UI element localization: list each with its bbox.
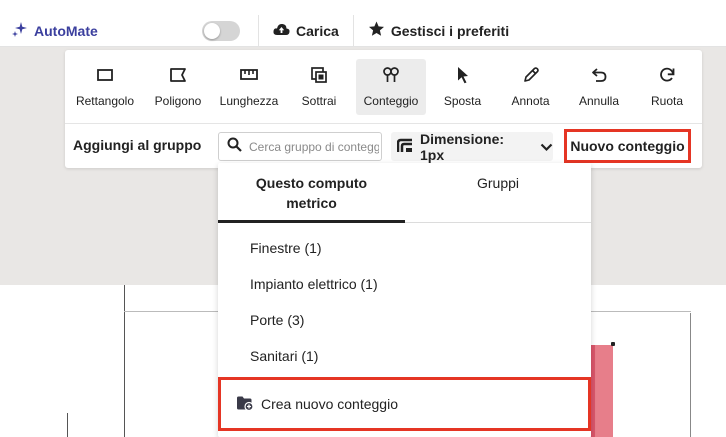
- cloud-upload-icon: [273, 22, 290, 39]
- list-item[interactable]: Finestre (1): [250, 240, 322, 256]
- tab-this-estimate[interactable]: Questo computo metrico: [218, 163, 405, 223]
- rotate-icon: [658, 66, 676, 87]
- pen-icon: [522, 66, 540, 87]
- group-search[interactable]: [218, 132, 382, 161]
- undo-icon: [590, 66, 608, 87]
- tool-label: Ruota: [650, 94, 684, 108]
- drawing-count-edge: [591, 345, 595, 437]
- tab-label: Gruppi: [476, 175, 520, 191]
- dropdown-tabs: Questo computo metrico Gruppi: [218, 163, 591, 223]
- group-search-input[interactable]: [249, 139, 379, 154]
- new-count-button[interactable]: Nuovo conteggio: [564, 129, 691, 163]
- rectangle-icon: [96, 66, 114, 87]
- list-item[interactable]: Porte (3): [250, 312, 304, 328]
- automate-toggle[interactable]: [202, 20, 240, 41]
- count-group-dropdown: Questo computo metrico Gruppi Finestre (…: [218, 163, 591, 437]
- toggle-knob: [204, 22, 220, 39]
- cursor-icon: [454, 66, 472, 87]
- chevron-down-icon: [540, 139, 553, 155]
- star-icon: [368, 21, 385, 40]
- create-new-count-button[interactable]: Crea nuovo conteggio: [218, 377, 591, 431]
- tool-undo[interactable]: Annulla: [570, 59, 628, 115]
- count-icon: [382, 66, 400, 87]
- tab-label: Questo computo metrico: [255, 175, 368, 211]
- tool-polygon[interactable]: Poligono: [147, 59, 209, 115]
- dimension-label: Dimensione: 1px: [420, 130, 505, 163]
- drawing-line: [67, 413, 68, 437]
- tool-row: Rettangolo Poligono Lunghezza Sottrai Co…: [65, 50, 702, 122]
- stroke-size-icon: [396, 137, 413, 156]
- tool-subtract[interactable]: Sottrai: [291, 59, 347, 115]
- count-marker: [611, 342, 615, 346]
- polygon-icon: [169, 66, 187, 87]
- favorites-button[interactable]: Gestisci i preferiti: [354, 15, 523, 47]
- list-item[interactable]: Impianto elettrico (1): [250, 276, 378, 292]
- toolbar-card: Rettangolo Poligono Lunghezza Sottrai Co…: [65, 50, 702, 168]
- tool-length[interactable]: Lunghezza: [215, 59, 283, 115]
- tab-groups[interactable]: Gruppi: [405, 163, 591, 223]
- dimension-dropdown[interactable]: Dimensione: 1px: [391, 130, 553, 163]
- tool-label: Annulla: [578, 94, 620, 108]
- drawing-line: [124, 285, 125, 437]
- active-tab-indicator: [218, 220, 405, 223]
- subtract-icon: [310, 66, 328, 87]
- drawing-line: [124, 311, 218, 312]
- tool-label: Lunghezza: [219, 94, 279, 108]
- tool-label: Annota: [511, 94, 550, 108]
- ruler-icon: [240, 66, 258, 87]
- tool-count[interactable]: Conteggio: [356, 59, 426, 115]
- upload-button[interactable]: Carica: [259, 15, 353, 47]
- tool-rotate[interactable]: Ruota: [641, 59, 693, 115]
- drawing-line: [591, 311, 691, 312]
- tool-label: Conteggio: [363, 94, 419, 108]
- sparkle-icon: [12, 21, 28, 40]
- automate-toggle-group[interactable]: AutoMate: [0, 21, 200, 40]
- app-header: AutoMate Carica Gestisci i preferiti: [0, 14, 726, 47]
- tool-label: Sottrai: [301, 94, 337, 108]
- tool-move[interactable]: Sposta: [435, 59, 490, 115]
- folder-add-icon: [236, 395, 254, 414]
- group-row: Aggiungi al gruppo Dimensione: 1px Nuovo…: [65, 124, 702, 168]
- tool-label: Rettangolo: [75, 94, 135, 108]
- favorites-label: Gestisci i preferiti: [390, 22, 510, 39]
- list-item[interactable]: Sanitari (1): [250, 348, 318, 364]
- add-to-group-label: Aggiungi al gruppo: [73, 137, 202, 153]
- create-label: Crea nuovo conteggio: [261, 396, 398, 412]
- upload-label: Carica: [296, 22, 339, 39]
- search-icon: [227, 137, 242, 157]
- tool-label: Sposta: [443, 94, 482, 108]
- drawing-line: [690, 313, 691, 437]
- automate-label: AutoMate: [34, 22, 98, 39]
- tool-label: Poligono: [154, 94, 202, 108]
- tool-rectangle[interactable]: Rettangolo: [70, 59, 140, 115]
- tool-annotate[interactable]: Annota: [503, 59, 558, 115]
- top-strip: [0, 0, 726, 15]
